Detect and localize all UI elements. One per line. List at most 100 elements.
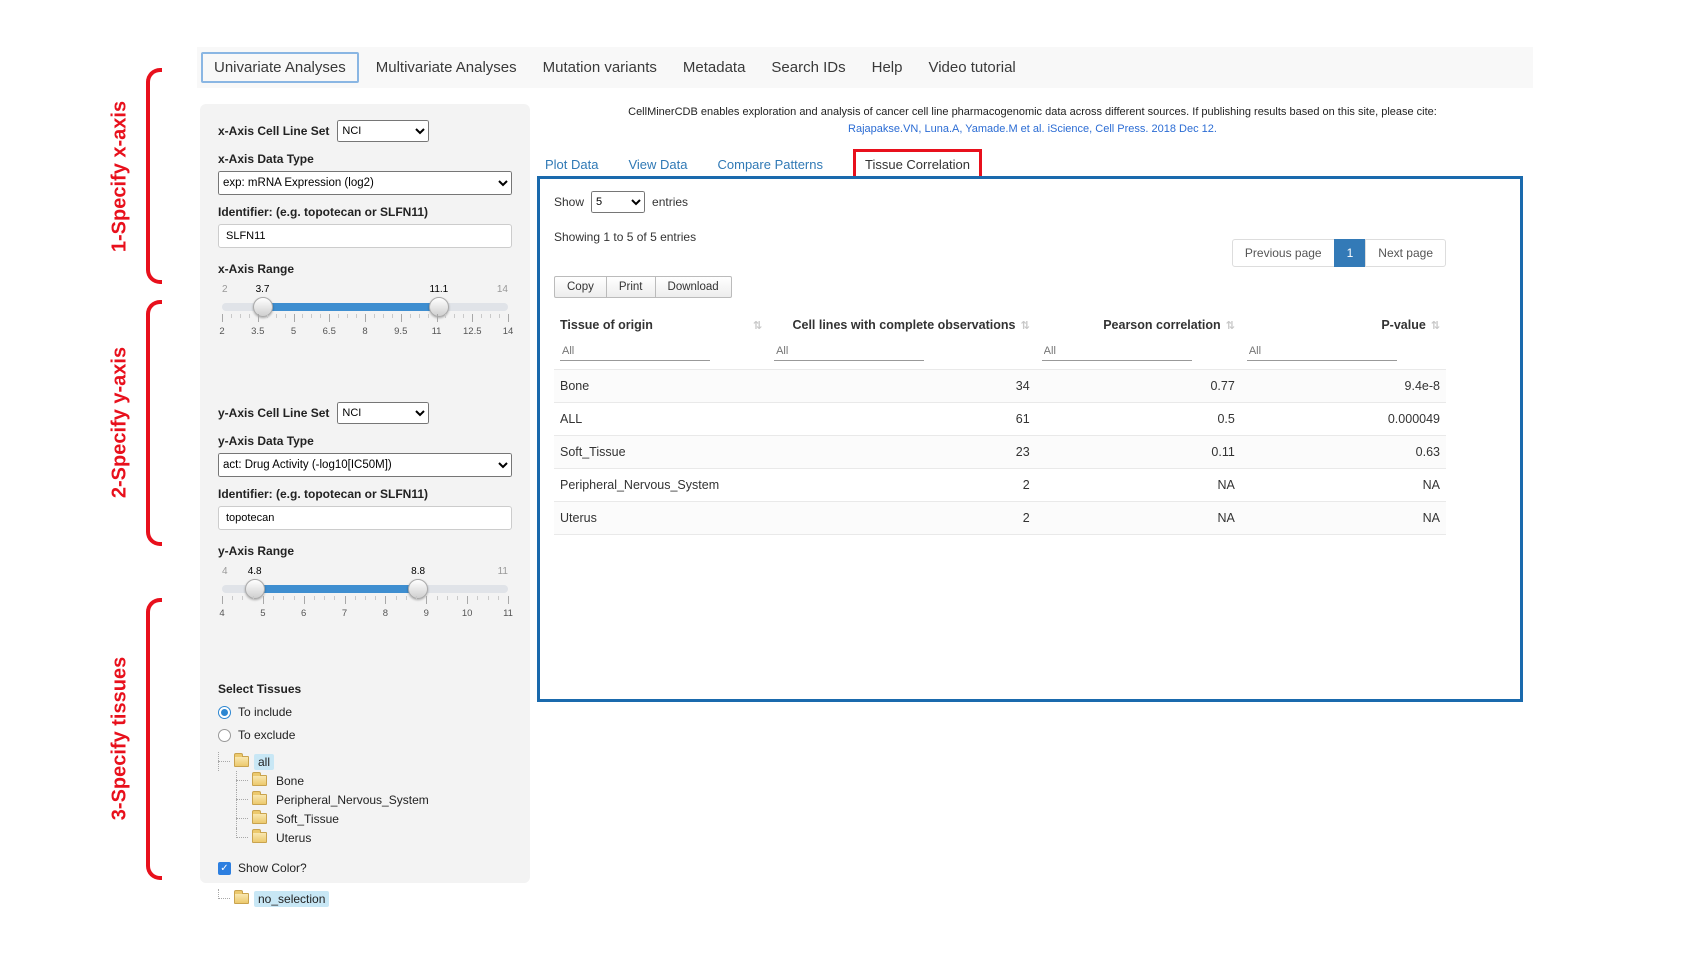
slider-minor-tick: [249, 314, 250, 318]
subtab-plot-data[interactable]: Plot Data: [545, 157, 598, 172]
sidebar: x-Axis Cell Line Set NCI x-Axis Data Typ…: [200, 104, 530, 883]
slider-minor-tick: [355, 596, 356, 600]
slider-tick-label: 8: [383, 608, 388, 619]
table-body: Bone340.779.4e-8ALL610.50.000049Soft_Tis…: [554, 370, 1446, 535]
print-button[interactable]: Print: [606, 276, 656, 298]
column-header-pearson-correlation[interactable]: Pearson correlation⇅: [1036, 310, 1241, 340]
annotation-step1-label: 1-Specify x-axis: [109, 77, 132, 277]
radio-exclude-icon[interactable]: [218, 729, 231, 742]
tree-row: Soft_Tissue: [236, 809, 512, 828]
tissues-include-radio[interactable]: To include: [218, 705, 512, 719]
radio-include-icon[interactable]: [218, 706, 231, 719]
checkbox-checked-icon[interactable]: ✓: [218, 862, 231, 875]
slider-minor-tick: [311, 314, 312, 318]
slider-from-label: 4.8: [248, 566, 262, 577]
tab-video-tutorial[interactable]: Video tutorial: [915, 52, 1028, 83]
filter-input-tissue-of-origin[interactable]: [560, 342, 710, 361]
tree-node-bone[interactable]: Bone: [272, 773, 308, 789]
previous-page-button[interactable]: Previous page: [1232, 239, 1335, 267]
slider-minor-tick: [267, 314, 268, 318]
slider-tick: [222, 596, 223, 604]
x-axis-cell-line-set-select[interactable]: NCI: [337, 120, 429, 142]
x-axis-data-type-select[interactable]: exp: mRNA Expression (log2): [218, 171, 512, 195]
main-nav: Univariate AnalysesMultivariate Analyses…: [197, 47, 1533, 88]
tree-node-peripheral-nervous-system[interactable]: Peripheral_Nervous_System: [272, 792, 433, 808]
sort-icon[interactable]: ⇅: [1431, 319, 1440, 332]
slider-to-label: 8.8: [411, 566, 425, 577]
slider-tick: [258, 314, 259, 322]
x-axis-identifier-input[interactable]: [218, 224, 512, 248]
slider-minor-tick: [383, 314, 384, 318]
slider-tick: [294, 314, 295, 322]
subtab-view-data[interactable]: View Data: [628, 157, 687, 172]
cell-value: NA: [1241, 502, 1446, 535]
tree-node-no-selection[interactable]: no_selection: [254, 891, 329, 907]
citation-link[interactable]: Rajapakse.VN, Luna.A, Yamade.M et al. iS…: [545, 121, 1520, 138]
column-header-p-value[interactable]: P-value ⇅: [1241, 310, 1446, 340]
slider-tick-label: 5: [291, 326, 296, 337]
slider-minor-tick: [419, 314, 420, 318]
slider-minor-tick: [374, 314, 375, 318]
tissues-exclude-radio[interactable]: To exclude: [218, 728, 512, 742]
cell-value: 0.77: [1036, 370, 1241, 403]
sort-icon[interactable]: ⇅: [1020, 319, 1029, 332]
tree-children: Bone Peripheral_Nervous_System Soft_Tissue…: [218, 771, 512, 847]
column-header-cell-lines-with-complete-observations[interactable]: Cell lines with complete observations⇅: [768, 310, 1036, 340]
download-button[interactable]: Download: [655, 276, 732, 298]
slider-minor-tick: [231, 314, 232, 318]
slider-value-labels: 4 4.8 8.8 11: [222, 566, 508, 580]
y-axis-identifier-input[interactable]: [218, 506, 512, 530]
show-entries-row: Show 5 entries: [554, 191, 1446, 213]
tab-search-ids[interactable]: Search IDs: [758, 52, 858, 83]
slider-tick: [222, 314, 223, 322]
tree-connector: [218, 752, 232, 771]
tab-univariate-analyses[interactable]: Univariate Analyses: [201, 52, 359, 83]
y-axis-cell-line-set-select[interactable]: NCI: [337, 402, 429, 424]
slider-tick-label: 9.5: [394, 326, 407, 337]
filter-input-p-value[interactable]: [1247, 342, 1397, 361]
tab-multivariate-analyses[interactable]: Multivariate Analyses: [363, 52, 530, 83]
page-number-button[interactable]: 1: [1334, 239, 1367, 267]
tree-row: Peripheral_Nervous_System: [236, 790, 512, 809]
tree-node-soft-tissue[interactable]: Soft_Tissue: [272, 811, 343, 827]
slider-tick: [437, 314, 438, 322]
copy-button[interactable]: Copy: [554, 276, 607, 298]
slider-minor-tick: [454, 314, 455, 318]
slider-minor-tick: [392, 314, 393, 318]
slider-min-label: 2: [222, 284, 228, 295]
slider-track[interactable]: [222, 585, 508, 593]
filter-input-pearson-correlation[interactable]: [1042, 342, 1192, 361]
show-color-checkbox-row[interactable]: ✓ Show Color?: [218, 861, 512, 875]
slider-tick: [508, 314, 509, 322]
slider-grid: 4567891011: [222, 596, 508, 624]
entries-select[interactable]: 5: [591, 191, 645, 213]
slider-selected-range: [255, 585, 418, 593]
cell-value: NA: [1036, 469, 1241, 502]
tree-node-all[interactable]: all: [254, 754, 274, 770]
cell-value: NA: [1241, 469, 1446, 502]
sort-icon[interactable]: ⇅: [1226, 319, 1235, 332]
tab-mutation-variants[interactable]: Mutation variants: [530, 52, 670, 83]
slider-track[interactable]: [222, 303, 508, 311]
slider-tick-label: 9: [424, 608, 429, 619]
tree-node-uterus[interactable]: Uterus: [272, 830, 315, 846]
cell-value: 0.5: [1036, 403, 1241, 436]
table-row: Peripheral_Nervous_System2NANA: [554, 469, 1446, 502]
slider-tick-label: 3.5: [251, 326, 264, 337]
column-header-tissue-of-origin[interactable]: Tissue of origin⇅: [554, 310, 768, 340]
y-axis-data-type-select[interactable]: act: Drug Activity (-log10[IC50M]): [218, 453, 512, 477]
sort-icon[interactable]: ⇅: [753, 319, 762, 332]
column-label: P-value: [1381, 318, 1425, 332]
slider-grid: 23.556.589.51112.514: [222, 314, 508, 342]
slider-tick-label: 11: [432, 326, 442, 337]
slider-minor-tick: [283, 596, 284, 600]
show-color-label: Show Color?: [238, 861, 307, 875]
tab-help[interactable]: Help: [859, 52, 916, 83]
next-page-button[interactable]: Next page: [1365, 239, 1446, 267]
filter-input-cell-lines-with-complete-observations[interactable]: [774, 342, 924, 361]
subtab-compare-patterns[interactable]: Compare Patterns: [718, 157, 824, 172]
tab-metadata[interactable]: Metadata: [670, 52, 759, 83]
slider-tick: [385, 596, 386, 604]
tree-row: no_selection: [218, 889, 512, 908]
slider-minor-tick: [406, 596, 407, 600]
